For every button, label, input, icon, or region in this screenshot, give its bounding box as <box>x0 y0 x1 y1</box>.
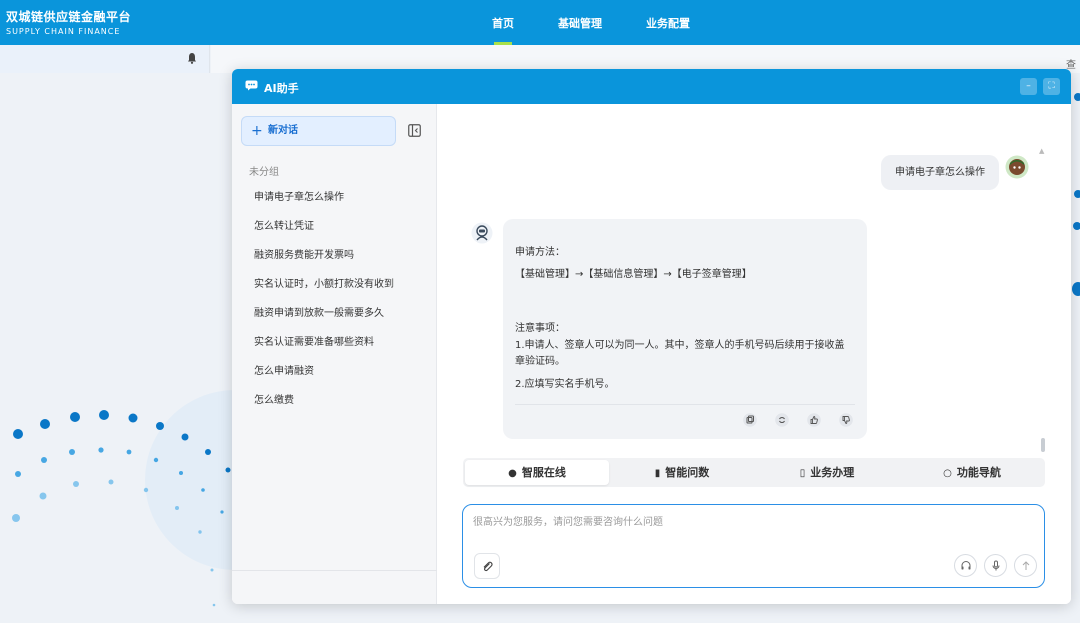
history-item[interactable]: 怎么申请融资 <box>254 362 414 391</box>
nav-item-basic-management[interactable]: 基础管理 <box>536 0 624 45</box>
bot-message-line: 注意事项： <box>515 323 565 334</box>
tab-label: 智能问数 <box>665 466 710 479</box>
history-item[interactable]: 怎么转让凭证 <box>254 217 414 246</box>
new-chat-label: 新对话 <box>268 125 298 136</box>
minimize-button[interactable]: – <box>1020 78 1037 95</box>
decorative-dot <box>1073 222 1080 230</box>
tab-label: 智服在线 <box>521 466 566 479</box>
tab-label: 业务办理 <box>810 466 855 479</box>
message-divider <box>515 404 855 405</box>
document-icon: ▯ <box>799 468 806 479</box>
send-button[interactable] <box>1014 554 1037 577</box>
user-avatar <box>1005 155 1029 179</box>
brand-subtitle: SUPPLY CHAIN FINANCE <box>6 27 121 36</box>
sidebar-footer-divider <box>232 570 437 571</box>
ai-assistant-dialog: AI助手 – ⛶ + 新对话 未分组 申请电子章怎么操作 怎么转让凭证 融资服务… <box>232 69 1071 604</box>
arrow-up-icon <box>1022 561 1030 570</box>
user-message-bubble: 申请电子章怎么操作 <box>881 155 999 190</box>
tab-smart-service[interactable]: ● 智服在线 <box>465 460 609 485</box>
brand-logo[interactable]: 双城链供应链金融平台 SUPPLY CHAIN FINANCE <box>6 8 131 36</box>
mode-tabs: ● 智服在线 ▮ 智能问数 ▯ 业务办理 ○ 功能导航 <box>463 458 1045 487</box>
decorative-dot <box>1074 190 1080 198</box>
nav-item-home[interactable]: 首页 <box>470 0 536 45</box>
thumbs-down-icon[interactable] <box>839 413 853 427</box>
search-icon: ○ <box>943 468 952 479</box>
history-item[interactable]: 融资申请到放款一般需要多久 <box>254 304 414 333</box>
bot-message-line: 【基础管理】→【基础信息管理】→【电子签章管理】 <box>515 269 752 280</box>
plus-icon: + <box>251 123 263 139</box>
group-label: 未分组 <box>249 167 279 178</box>
nav-item-business-config[interactable]: 业务配置 <box>624 0 712 45</box>
bar-chart-icon: ▮ <box>654 468 661 479</box>
decorative-dot-pattern <box>12 410 231 607</box>
conversation-sidebar: + 新对话 未分组 申请电子章怎么操作 怎么转让凭证 融资服务费能开发票吗 实名… <box>232 104 437 604</box>
bot-message-line: 申请方法： <box>515 247 565 258</box>
bot-message-line: 2.应填写实名手机号。 <box>515 379 615 390</box>
question-circle-icon: ● <box>508 468 517 479</box>
history-item[interactable]: 融资服务费能开发票吗 <box>254 246 414 275</box>
bell-icon[interactable] <box>187 52 197 64</box>
history-item[interactable]: 实名认证需要准备哪些资料 <box>254 333 414 362</box>
history-list: 申请电子章怎么操作 怎么转让凭证 融资服务费能开发票吗 实名认证时，小额打款没有… <box>254 188 414 420</box>
chat-main-area: ▲ 申请电子章怎么操作 申请方法： 【基础管理】→【基础信息管理】→【电子签章管… <box>437 104 1071 604</box>
brand-name: 双城链供应链金融平台 <box>6 10 132 24</box>
tab-navigation[interactable]: ○ 功能导航 <box>900 460 1044 485</box>
expand-button[interactable]: ⛶ <box>1043 78 1060 95</box>
scroll-up-arrow-icon[interactable]: ▲ <box>1039 147 1044 155</box>
tab-smart-data[interactable]: ▮ 智能问数 <box>610 460 754 485</box>
new-chat-button[interactable]: + 新对话 <box>241 116 396 146</box>
scrollbar-thumb[interactable] <box>1041 438 1045 452</box>
paperclip-icon <box>483 561 493 572</box>
collapse-sidebar-icon[interactable] <box>408 124 421 137</box>
thumbs-up-icon[interactable] <box>807 413 821 427</box>
refresh-icon[interactable] <box>775 413 789 427</box>
voice-input-button[interactable] <box>984 554 1007 577</box>
decorative-dot <box>1074 93 1080 101</box>
history-item[interactable]: 实名认证时，小额打款没有收到 <box>254 275 414 304</box>
history-item[interactable]: 申请电子章怎么操作 <box>254 188 414 217</box>
message-composer <box>462 504 1045 588</box>
tab-business[interactable]: ▯ 业务办理 <box>755 460 899 485</box>
sub-bar-left <box>0 45 210 73</box>
top-header: 双城链供应链金融平台 SUPPLY CHAIN FINANCE 首页 基础管理 … <box>0 0 1080 45</box>
decorative-dot <box>1072 282 1080 296</box>
bot-message-bubble: 申请方法： 【基础管理】→【基础信息管理】→【电子签章管理】 注意事项： 1.申… <box>503 219 867 439</box>
copy-icon[interactable] <box>743 413 757 427</box>
message-input[interactable] <box>473 513 1033 531</box>
voice-chat-button[interactable] <box>954 554 977 577</box>
main-nav: 首页 基础管理 业务配置 <box>470 0 712 45</box>
bot-avatar <box>471 222 493 244</box>
bot-message-line: 1.申请人、签章人可以为同一人。其中，签章人的手机号码后续用于接收盖 <box>515 340 845 351</box>
history-item[interactable]: 怎么缴费 <box>254 391 414 420</box>
bot-message-line: 章验证码。 <box>515 356 565 367</box>
dialog-title: AI助手 <box>264 82 299 95</box>
microphone-icon <box>992 560 1000 571</box>
chat-bubble-icon <box>245 80 258 91</box>
headset-icon <box>961 561 971 570</box>
dialog-header: AI助手 – ⛶ <box>232 69 1071 104</box>
attach-button[interactable] <box>474 553 500 579</box>
tab-label: 功能导航 <box>956 466 1001 479</box>
